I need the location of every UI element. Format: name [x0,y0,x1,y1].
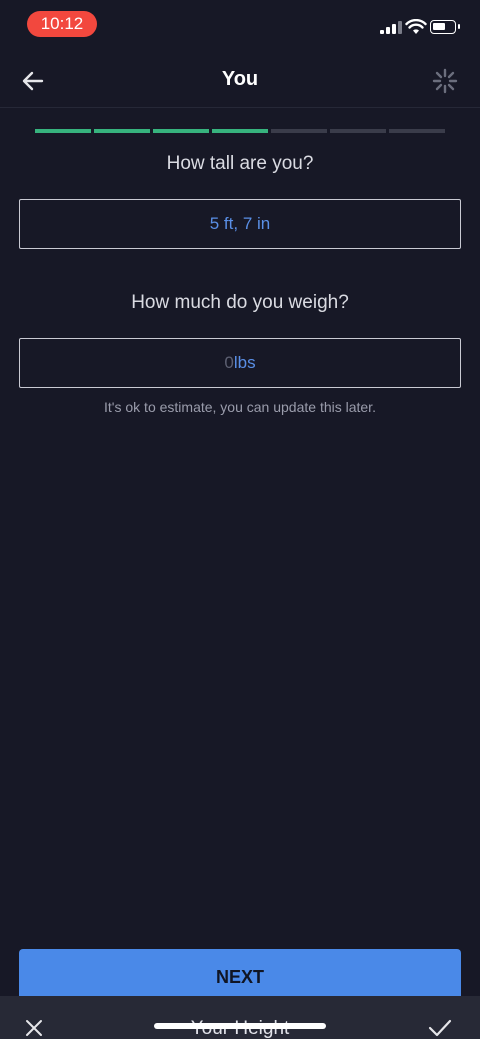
progress-segment [330,129,386,133]
home-indicator [154,1023,326,1029]
wifi-icon [405,19,427,34]
weight-value: 0 [224,353,234,372]
cellular-signal-icon [380,20,402,34]
status-bar: 10:12 [0,0,480,50]
height-field[interactable]: 5 ft, 7 in [19,199,461,249]
weight-field[interactable]: 0lbs [19,338,461,388]
checkmark-icon[interactable] [428,1018,452,1038]
header: You [0,54,480,108]
height-value: 5 ft, 7 in [209,214,271,233]
progress-segment [35,129,91,133]
progress-segment [94,129,150,133]
screen: 10:12 You How tall are you? 5 ft, 7 in H… [0,0,480,1039]
height-question: How tall are you? [166,153,314,174]
battery-icon [430,20,460,34]
progress-segment [212,129,268,133]
picker-sheet-header: Your Height [0,996,480,1039]
status-time: 10:12 [27,11,97,37]
onboarding-progress-bar [35,129,447,134]
progress-segment [153,129,209,133]
page-title: You [221,68,259,90]
progress-segment [389,129,445,133]
loading-spinner-icon [432,68,458,94]
weight-hint: It's ok to estimate, you can update this… [104,399,376,415]
progress-segment [271,129,327,133]
weight-question: How much do you weigh? [131,292,349,313]
weight-unit: lbs [233,353,256,372]
